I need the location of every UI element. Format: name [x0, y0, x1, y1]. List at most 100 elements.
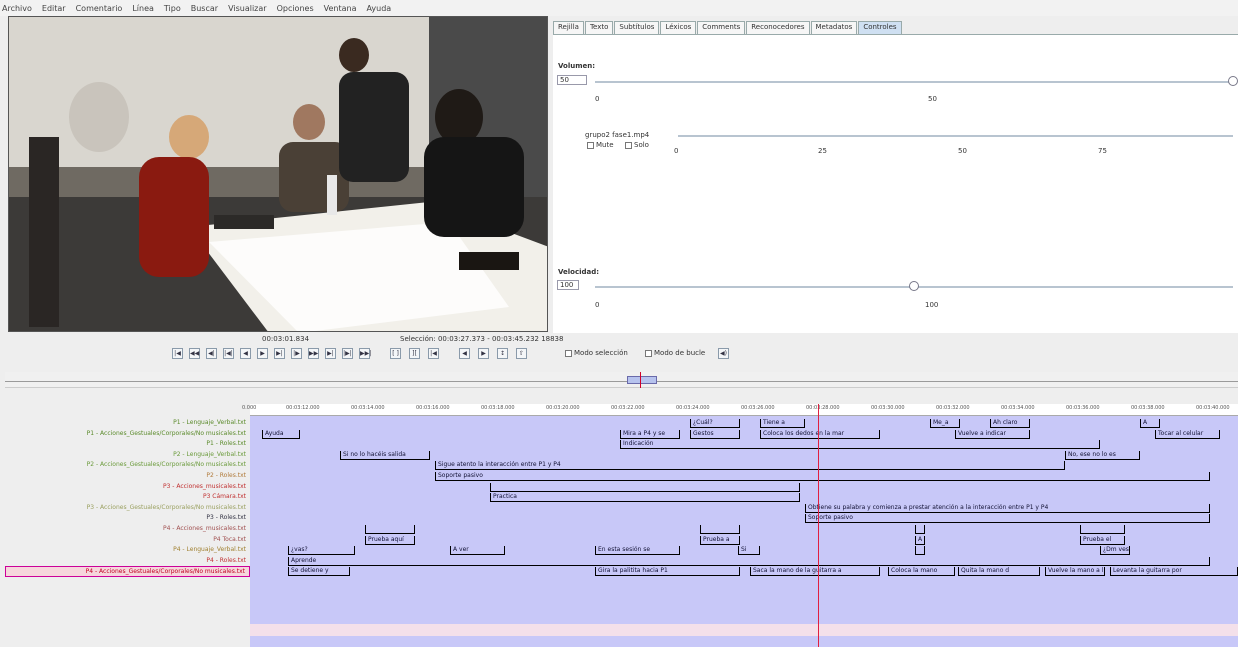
tab-texto[interactable]: Texto: [584, 21, 614, 34]
annotation[interactable]: Sigue atento la interacción entre P1 y P…: [435, 461, 1065, 471]
annotation[interactable]: Indicación: [620, 440, 1100, 450]
active-annotation-down-button[interactable]: ⇧: [516, 348, 527, 359]
previous-boundary-button[interactable]: ◀: [459, 348, 470, 359]
step-back-pixel-button[interactable]: ◀◀: [189, 348, 200, 359]
annotation[interactable]: ¿Dm ves: [1100, 546, 1130, 556]
annotation[interactable]: Si no lo hacéis salida: [340, 450, 430, 460]
tier-label[interactable]: P1 - Lenguaje_Verbal.txt: [5, 418, 250, 429]
menu-item[interactable]: Archivo: [2, 4, 32, 13]
selection-mode-box[interactable]: [565, 349, 572, 357]
annotation[interactable]: Prueba aquí: [365, 535, 415, 545]
menu-item[interactable]: Tipo: [164, 4, 181, 13]
selection-mode-checkbox[interactable]: Modo selección: [565, 349, 628, 357]
next-boundary-button[interactable]: ▶: [478, 348, 489, 359]
video-player[interactable]: [8, 16, 548, 332]
play-selection-button[interactable]: |▶|: [342, 348, 353, 359]
annotation[interactable]: Me_a: [930, 419, 960, 428]
annotation[interactable]: Vuelve a indicar: [955, 429, 1030, 439]
menu-item[interactable]: Opciones: [277, 4, 314, 13]
tab-comments[interactable]: Comments: [697, 21, 746, 34]
annotation[interactable]: A ver: [450, 546, 505, 556]
annotation[interactable]: En esta sesión se: [595, 546, 680, 556]
annotation[interactable]: Coloca la mano: [888, 567, 955, 577]
tier-label[interactable]: P3 - Acciones_Gestuales/Corporales/No mu…: [5, 503, 250, 514]
menu-item[interactable]: Ventana: [324, 4, 357, 13]
go-to-end-button[interactable]: ▶▶|: [359, 348, 371, 359]
menu-item[interactable]: Ayuda: [366, 4, 391, 13]
tier-label[interactable]: P3 - Roles.txt: [5, 513, 250, 524]
active-annotation-up-button[interactable]: ↕: [497, 348, 508, 359]
annotation[interactable]: ¿vas?: [288, 546, 355, 556]
tier-label[interactable]: P4 - Roles.txt: [5, 556, 250, 567]
annotation[interactable]: Prueba a: [700, 535, 740, 545]
menu-item[interactable]: Buscar: [191, 4, 218, 13]
selection-begin-button[interactable]: |◀: [428, 348, 439, 359]
volume-slider-thumb[interactable]: [1228, 76, 1238, 86]
rate-slider-thumb[interactable]: [909, 281, 919, 291]
annotation[interactable]: Practica: [490, 493, 800, 503]
mute-checkbox-box[interactable]: [587, 141, 594, 149]
overview-cursor[interactable]: [640, 372, 641, 388]
menu-item[interactable]: Línea: [132, 4, 154, 13]
annotation[interactable]: Saca la mano de la guitarra a: [750, 567, 880, 577]
annotation[interactable]: A: [1140, 419, 1160, 428]
annotation[interactable]: Prueba el: [1080, 535, 1125, 545]
tab-rejilla[interactable]: Rejilla: [553, 21, 584, 34]
go-to-begin-button[interactable]: |◀: [172, 348, 183, 359]
clear-selection-button[interactable]: [ ]: [390, 348, 401, 359]
tier-label[interactable]: P2 - Lenguaje_Verbal.txt: [5, 450, 250, 461]
annotation[interactable]: No, ese no lo es: [1065, 450, 1140, 460]
tier-label[interactable]: P4 - Acciones_musicales.txt: [5, 524, 250, 535]
menu-item[interactable]: Comentario: [76, 4, 123, 13]
menu-item[interactable]: Visualizar: [228, 4, 267, 13]
solo-checkbox-box[interactable]: [625, 141, 632, 149]
volume-slider-track[interactable]: [595, 81, 1233, 83]
overview-timeline[interactable]: [5, 372, 1238, 388]
tab-léxicos[interactable]: Léxicos: [660, 21, 697, 34]
step-back-button[interactable]: ◀: [240, 348, 251, 359]
annotation[interactable]: Ah claro: [990, 419, 1030, 428]
solo-checkbox[interactable]: Solo: [625, 141, 649, 149]
time-ruler[interactable]: 0.000 00:03:12.000 00:03:14.000 00:03:16.00…: [242, 404, 1238, 416]
annotation[interactable]: Gira la palitita hacia P1: [595, 567, 740, 577]
annotation[interactable]: Tiene a: [760, 419, 805, 428]
annotation[interactable]: Se detiene y: [288, 567, 350, 577]
menu-item[interactable]: Editar: [42, 4, 66, 13]
annotation[interactable]: Soporte pasivo: [435, 472, 1210, 481]
tier-label[interactable]: P1 - Acciones_Gestuales/Corporales/No mu…: [5, 429, 250, 440]
tier-label[interactable]: P4 - Acciones_Gestuales/Corporales/No mu…: [5, 566, 250, 577]
annotation[interactable]: Obtiene su palabra y comienza a prestar …: [805, 503, 1210, 513]
volume-icon[interactable]: ◀): [718, 348, 729, 359]
annotation[interactable]: Si: [738, 546, 760, 556]
tier-label[interactable]: P1 - Roles.txt: [5, 439, 250, 450]
toggle-selection-button[interactable]: ][: [409, 348, 420, 359]
play-button[interactable]: ▶: [257, 348, 268, 359]
tier-label[interactable]: P3 Cámara.txt: [5, 492, 250, 503]
tier-label[interactable]: P3 - Acciones_musicales.txt: [5, 482, 250, 493]
annotation[interactable]: Gestos: [690, 429, 740, 439]
tab-metadatos[interactable]: Metadatos: [810, 21, 858, 34]
annotation[interactable]: Ayuda: [262, 429, 300, 439]
step-forward-button[interactable]: ▶|: [274, 348, 285, 359]
tier-label[interactable]: P4 - Lenguaje_Verbal.txt: [5, 545, 250, 556]
overview-selection[interactable]: [627, 376, 657, 384]
crosshair-cursor[interactable]: [818, 404, 819, 647]
tab-reconocedores[interactable]: Reconocedores: [746, 21, 810, 34]
volume-spinner[interactable]: 50: [557, 75, 587, 85]
annotation[interactable]: Coloca los dedos en la mar: [760, 429, 880, 439]
tier-label[interactable]: P2 - Roles.txt: [5, 471, 250, 482]
annotation[interactable]: [1080, 525, 1125, 534]
rate-spinner[interactable]: 100: [557, 280, 579, 290]
annotation[interactable]: Vuelve la mano a l: [1045, 567, 1105, 577]
annotation[interactable]: Quita la mano d: [958, 567, 1040, 577]
annotation[interactable]: A: [915, 535, 925, 545]
annotation[interactable]: [915, 546, 925, 556]
media-volume-track[interactable]: [678, 135, 1233, 137]
annotation[interactable]: [700, 525, 740, 534]
annotation[interactable]: Levanta la guitarra por: [1110, 567, 1238, 577]
annotation[interactable]: [915, 525, 925, 534]
loop-mode-checkbox[interactable]: Modo de bucle: [645, 349, 705, 357]
tab-controles[interactable]: Controles: [858, 21, 902, 34]
tier-label[interactable]: P2 - Acciones_Gestuales/Corporales/No mu…: [5, 460, 250, 471]
annotation[interactable]: Tocar al celular: [1155, 429, 1220, 439]
